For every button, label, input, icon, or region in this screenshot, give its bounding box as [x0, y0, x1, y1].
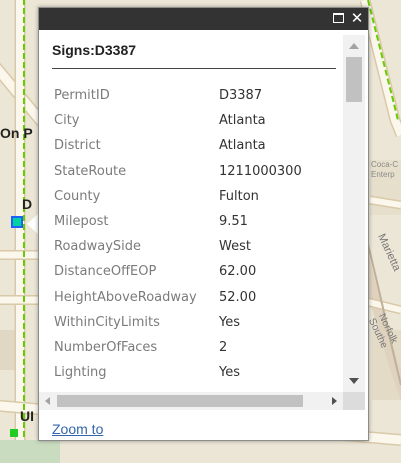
attribute-value: Yes: [219, 365, 240, 381]
attribute-name: StateRoute: [54, 163, 127, 179]
attribute-name: County: [54, 188, 101, 204]
maximize-icon[interactable]: [332, 11, 346, 25]
scroll-right-arrow-icon[interactable]: [325, 392, 343, 410]
attribute-row: WithinCityLimits Yes: [39, 311, 341, 336]
attribute-name: District: [54, 138, 101, 154]
map-label-street: On P: [0, 125, 33, 141]
attribute-row: Lighting Yes: [39, 361, 341, 386]
attribute-value: West: [219, 239, 251, 255]
attribute-name: NumberOfFaces: [54, 340, 158, 355]
popup-titlebar: ✕: [39, 8, 368, 30]
attribute-row: RoadwaySide West: [39, 235, 341, 260]
attribute-value: 9.51: [219, 214, 248, 229]
attribute-name: HeightAboveRoadway: [54, 289, 197, 305]
attribute-value: 52.00: [219, 289, 257, 305]
attribute-name: Lighting: [54, 365, 107, 381]
attribute-row: Milepost 9.51: [39, 210, 341, 235]
attribute-value: 62.00: [219, 264, 257, 280]
close-icon[interactable]: ✕: [350, 11, 364, 26]
map-label-bottom: UI: [20, 408, 34, 424]
attribute-row: PermitID D3387: [39, 84, 341, 109]
attribute-value: D3387: [219, 88, 263, 103]
attribute-value: Fulton: [219, 188, 259, 204]
attribute-name: City: [54, 113, 80, 129]
map-label-enterprise: Enterp: [371, 170, 395, 179]
feature-popup: ✕ Signs:D3387 PermitID D3387 City Atlanta Di…: [38, 7, 369, 441]
attribute-value: Atlanta: [219, 113, 266, 129]
attribute-row: City Atlanta: [39, 109, 341, 134]
attribute-name: DistanceOffEOP: [54, 264, 157, 280]
attribute-row: District Atlanta: [39, 134, 341, 159]
sign-marker[interactable]: [10, 429, 18, 437]
popup-title: Signs:D3387: [52, 42, 137, 58]
attribute-value: Atlanta: [219, 138, 266, 154]
attribute-name: RoadwaySide: [54, 239, 142, 255]
attribute-row: DistanceOffEOP 62.00: [39, 260, 341, 285]
map-label-district: D: [22, 196, 33, 212]
attribute-row: StateRoute 1211000300: [39, 160, 341, 185]
attribute-value: Yes: [219, 314, 240, 330]
horizontal-scroll-thumb[interactable]: [57, 395, 303, 407]
scroll-left-arrow-icon[interactable]: [39, 392, 57, 410]
attribute-name: PermitID: [54, 88, 110, 103]
zoom-to-link[interactable]: Zoom to: [52, 421, 103, 437]
attribute-value: 1211000300: [219, 163, 302, 179]
attribute-value: 2: [219, 340, 228, 355]
attribute-name: WithinCityLimits: [54, 314, 160, 330]
scroll-down-arrow-icon[interactable]: [343, 370, 365, 392]
scrollbar-corner: [343, 392, 365, 410]
title-divider: [52, 68, 336, 69]
attribute-row: County Fulton: [39, 185, 341, 210]
selected-sign-marker[interactable]: [11, 216, 23, 228]
vertical-scrollbar[interactable]: [343, 35, 365, 392]
scroll-up-arrow-icon[interactable]: [343, 35, 365, 57]
attribute-row: HeightAboveRoadway 52.00: [39, 286, 341, 311]
map-label-coca-cola: Coca-C: [371, 160, 399, 169]
vertical-scroll-thumb[interactable]: [346, 57, 362, 102]
attribute-table: PermitID D3387 City Atlanta District Atlanta S…: [39, 74, 341, 392]
horizontal-scrollbar[interactable]: [39, 392, 343, 410]
attribute-name: Milepost: [54, 214, 109, 229]
attribute-row: NumberOfFaces 2: [39, 336, 341, 361]
